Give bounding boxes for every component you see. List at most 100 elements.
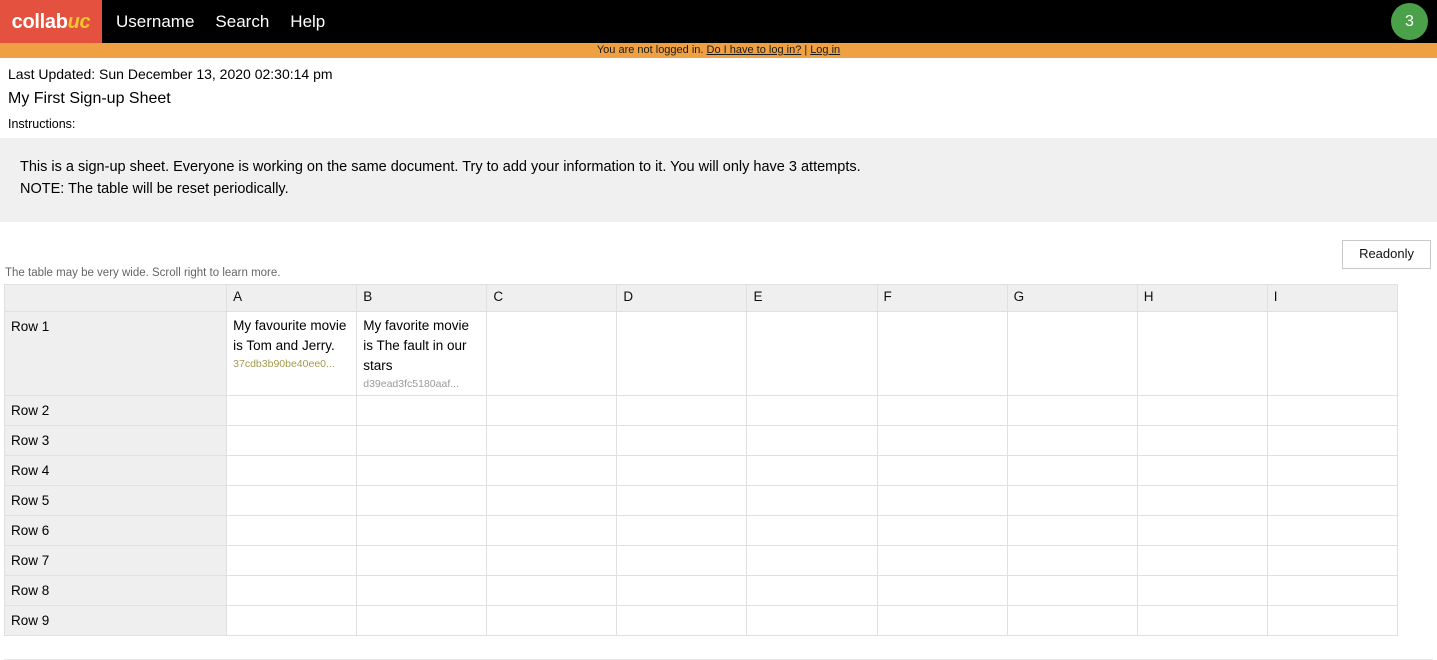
cell-B5[interactable]: [356, 485, 488, 517]
cell-F9[interactable]: [876, 605, 1008, 637]
cell-I1[interactable]: [1266, 311, 1398, 397]
cell-G8[interactable]: [1006, 575, 1138, 607]
cell-F7[interactable]: [876, 545, 1008, 577]
cell-H6[interactable]: [1136, 515, 1268, 547]
cell-I9[interactable]: [1266, 605, 1398, 637]
cell-C2[interactable]: [486, 395, 618, 427]
cell-E5[interactable]: [746, 485, 878, 517]
cell-F5[interactable]: [876, 485, 1008, 517]
cell-I5[interactable]: [1266, 485, 1398, 517]
cell-H1[interactable]: [1136, 311, 1268, 397]
cell-A6[interactable]: [226, 515, 358, 547]
cell-B1[interactable]: My favorite movie is The fault in our st…: [356, 311, 488, 397]
cell-F1[interactable]: [876, 311, 1008, 397]
cell-C9[interactable]: [486, 605, 618, 637]
cell-H8[interactable]: [1136, 575, 1268, 607]
attempts-remaining-badge[interactable]: 3: [1391, 3, 1428, 40]
cell-E6[interactable]: [746, 515, 878, 547]
cell-A9[interactable]: [226, 605, 358, 637]
cell-E1[interactable]: [746, 311, 878, 397]
cell-I6[interactable]: [1266, 515, 1398, 547]
do-i-have-to-login-link[interactable]: Do I have to log in?: [707, 45, 802, 56]
cell-E2[interactable]: [746, 395, 878, 427]
nav-link-help[interactable]: Help: [290, 12, 325, 32]
cell-H9[interactable]: [1136, 605, 1268, 637]
cell-E9[interactable]: [746, 605, 878, 637]
cell-D8[interactable]: [616, 575, 748, 607]
cell-D3[interactable]: [616, 425, 748, 457]
cell-G6[interactable]: [1006, 515, 1138, 547]
cell-A7[interactable]: [226, 545, 358, 577]
cell-F3[interactable]: [876, 425, 1008, 457]
cell-B2[interactable]: [356, 395, 488, 427]
cell-G5[interactable]: [1006, 485, 1138, 517]
column-header-i[interactable]: I: [1266, 284, 1398, 313]
cell-A8[interactable]: [226, 575, 358, 607]
cell-A5[interactable]: [226, 485, 358, 517]
cell-C8[interactable]: [486, 575, 618, 607]
cell-F8[interactable]: [876, 575, 1008, 607]
cell-I3[interactable]: [1266, 425, 1398, 457]
cell-G4[interactable]: [1006, 455, 1138, 487]
cell-B3[interactable]: [356, 425, 488, 457]
column-header-g[interactable]: G: [1006, 284, 1138, 313]
cell-A1[interactable]: My favourite movie is Tom and Jerry. 37cd…: [226, 311, 358, 397]
page-body: Last Updated: Sun December 13, 2020 02:3…: [0, 58, 1437, 133]
cell-H5[interactable]: [1136, 485, 1268, 517]
cell-G7[interactable]: [1006, 545, 1138, 577]
cell-C6[interactable]: [486, 515, 618, 547]
cell-C1[interactable]: [486, 311, 618, 397]
cell-E7[interactable]: [746, 545, 878, 577]
cell-E3[interactable]: [746, 425, 878, 457]
cell-B6[interactable]: [356, 515, 488, 547]
column-header-a[interactable]: A: [226, 284, 358, 313]
cell-D1[interactable]: [616, 311, 748, 397]
column-header-h[interactable]: H: [1136, 284, 1268, 313]
cell-E4[interactable]: [746, 455, 878, 487]
cell-G2[interactable]: [1006, 395, 1138, 427]
cell-G3[interactable]: [1006, 425, 1138, 457]
log-in-link[interactable]: Log in: [810, 45, 840, 56]
cell-H2[interactable]: [1136, 395, 1268, 427]
cell-C7[interactable]: [486, 545, 618, 577]
cell-C4[interactable]: [486, 455, 618, 487]
cell-D2[interactable]: [616, 395, 748, 427]
cell-I7[interactable]: [1266, 545, 1398, 577]
cell-D6[interactable]: [616, 515, 748, 547]
cell-F4[interactable]: [876, 455, 1008, 487]
cell-C3[interactable]: [486, 425, 618, 457]
cell-A3[interactable]: [226, 425, 358, 457]
cell-B9[interactable]: [356, 605, 488, 637]
cell-D7[interactable]: [616, 545, 748, 577]
column-header-e[interactable]: E: [746, 284, 878, 313]
cell-D9[interactable]: [616, 605, 748, 637]
cell-G9[interactable]: [1006, 605, 1138, 637]
column-header-d[interactable]: D: [616, 284, 748, 313]
cell-D5[interactable]: [616, 485, 748, 517]
brand-logo[interactable]: collabuc: [0, 0, 102, 43]
cell-I2[interactable]: [1266, 395, 1398, 427]
cell-B4[interactable]: [356, 455, 488, 487]
cell-D4[interactable]: [616, 455, 748, 487]
column-header-b[interactable]: B: [356, 284, 488, 313]
cell-C5[interactable]: [486, 485, 618, 517]
cell-I4[interactable]: [1266, 455, 1398, 487]
nav-link-search[interactable]: Search: [215, 12, 269, 32]
cell-G1[interactable]: [1006, 311, 1138, 397]
cell-A4[interactable]: [226, 455, 358, 487]
table-scroll-container[interactable]: ABCDEFGHI Row 1 My favourite movie is Tom…: [4, 284, 1398, 637]
cell-H4[interactable]: [1136, 455, 1268, 487]
cell-F2[interactable]: [876, 395, 1008, 427]
cell-B7[interactable]: [356, 545, 488, 577]
cell-A2[interactable]: [226, 395, 358, 427]
cell-F6[interactable]: [876, 515, 1008, 547]
readonly-button[interactable]: Readonly: [1342, 240, 1431, 269]
cell-B8[interactable]: [356, 575, 488, 607]
column-header-c[interactable]: C: [486, 284, 618, 313]
cell-H7[interactable]: [1136, 545, 1268, 577]
cell-E8[interactable]: [746, 575, 878, 607]
nav-link-username[interactable]: Username: [116, 12, 194, 32]
cell-H3[interactable]: [1136, 425, 1268, 457]
cell-I8[interactable]: [1266, 575, 1398, 607]
column-header-f[interactable]: F: [876, 284, 1008, 313]
